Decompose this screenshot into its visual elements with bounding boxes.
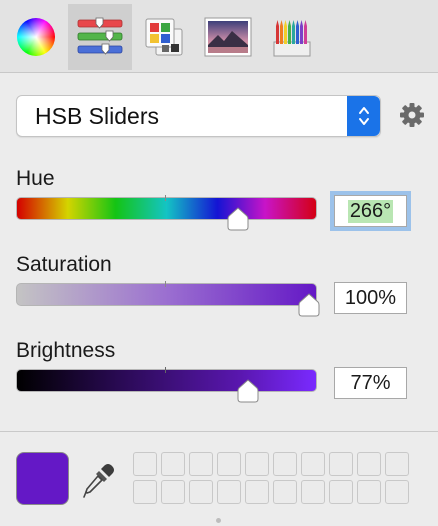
hue-value-text: 266° <box>347 199 394 223</box>
pencils-icon <box>273 20 311 57</box>
color-well[interactable] <box>385 452 409 476</box>
color-well[interactable] <box>301 452 325 476</box>
color-well[interactable] <box>189 480 213 504</box>
tab-color-wheel[interactable] <box>4 4 68 70</box>
color-well[interactable] <box>161 480 185 504</box>
brightness-slider-thumb[interactable] <box>237 379 259 403</box>
brightness-center-tick <box>165 367 166 373</box>
hue-value-field[interactable]: 266° <box>330 191 411 231</box>
color-well[interactable] <box>385 480 409 504</box>
saturation-label: Saturation <box>16 253 112 276</box>
color-wheel-icon <box>17 18 55 56</box>
hue-center-tick <box>165 195 166 201</box>
eyedropper-icon[interactable] <box>82 462 116 500</box>
hue-slider[interactable] <box>16 195 317 231</box>
color-well[interactable] <box>217 452 241 476</box>
color-well[interactable] <box>133 480 157 504</box>
mode-popup[interactable]: HSB Sliders <box>16 95 381 137</box>
palettes-icon <box>145 18 183 56</box>
color-well[interactable] <box>273 480 297 504</box>
color-well[interactable] <box>133 452 157 476</box>
color-wells <box>133 452 409 504</box>
saturation-slider-thumb[interactable] <box>298 293 320 317</box>
brightness-slider[interactable] <box>16 367 317 403</box>
popup-stepper-icon <box>347 96 380 136</box>
sliders-icon <box>77 17 123 55</box>
saturation-value-text: 100% <box>344 286 397 309</box>
color-well[interactable] <box>357 452 381 476</box>
resize-handle[interactable] <box>216 518 221 523</box>
hue-label: Hue <box>16 167 55 190</box>
brightness-value-field[interactable]: 77% <box>334 367 407 399</box>
color-well[interactable] <box>217 480 241 504</box>
tab-color-sliders[interactable] <box>68 4 132 70</box>
saturation-slider[interactable] <box>16 281 320 317</box>
color-well[interactable] <box>273 452 297 476</box>
image-icon <box>204 17 252 57</box>
color-well[interactable] <box>357 480 381 504</box>
color-well[interactable] <box>245 452 269 476</box>
tab-image-palettes[interactable] <box>196 4 260 70</box>
color-well[interactable] <box>329 480 353 504</box>
color-well[interactable] <box>245 480 269 504</box>
gear-icon[interactable] <box>398 101 426 129</box>
color-well[interactable] <box>161 452 185 476</box>
hue-slider-thumb[interactable] <box>227 207 249 231</box>
mode-popup-label: HSB Sliders <box>35 103 159 129</box>
color-well[interactable] <box>329 452 353 476</box>
tab-color-palettes[interactable] <box>132 4 196 70</box>
saturation-center-tick <box>165 281 166 287</box>
saturation-value-field[interactable]: 100% <box>334 282 407 314</box>
brightness-value-text: 77% <box>350 371 391 394</box>
color-well[interactable] <box>301 480 325 504</box>
color-well[interactable] <box>189 452 213 476</box>
current-color-swatch[interactable] <box>16 452 69 505</box>
tab-pencils[interactable] <box>260 4 324 70</box>
toolbar <box>0 0 438 73</box>
brightness-label: Brightness <box>16 339 116 362</box>
divider <box>0 431 438 432</box>
